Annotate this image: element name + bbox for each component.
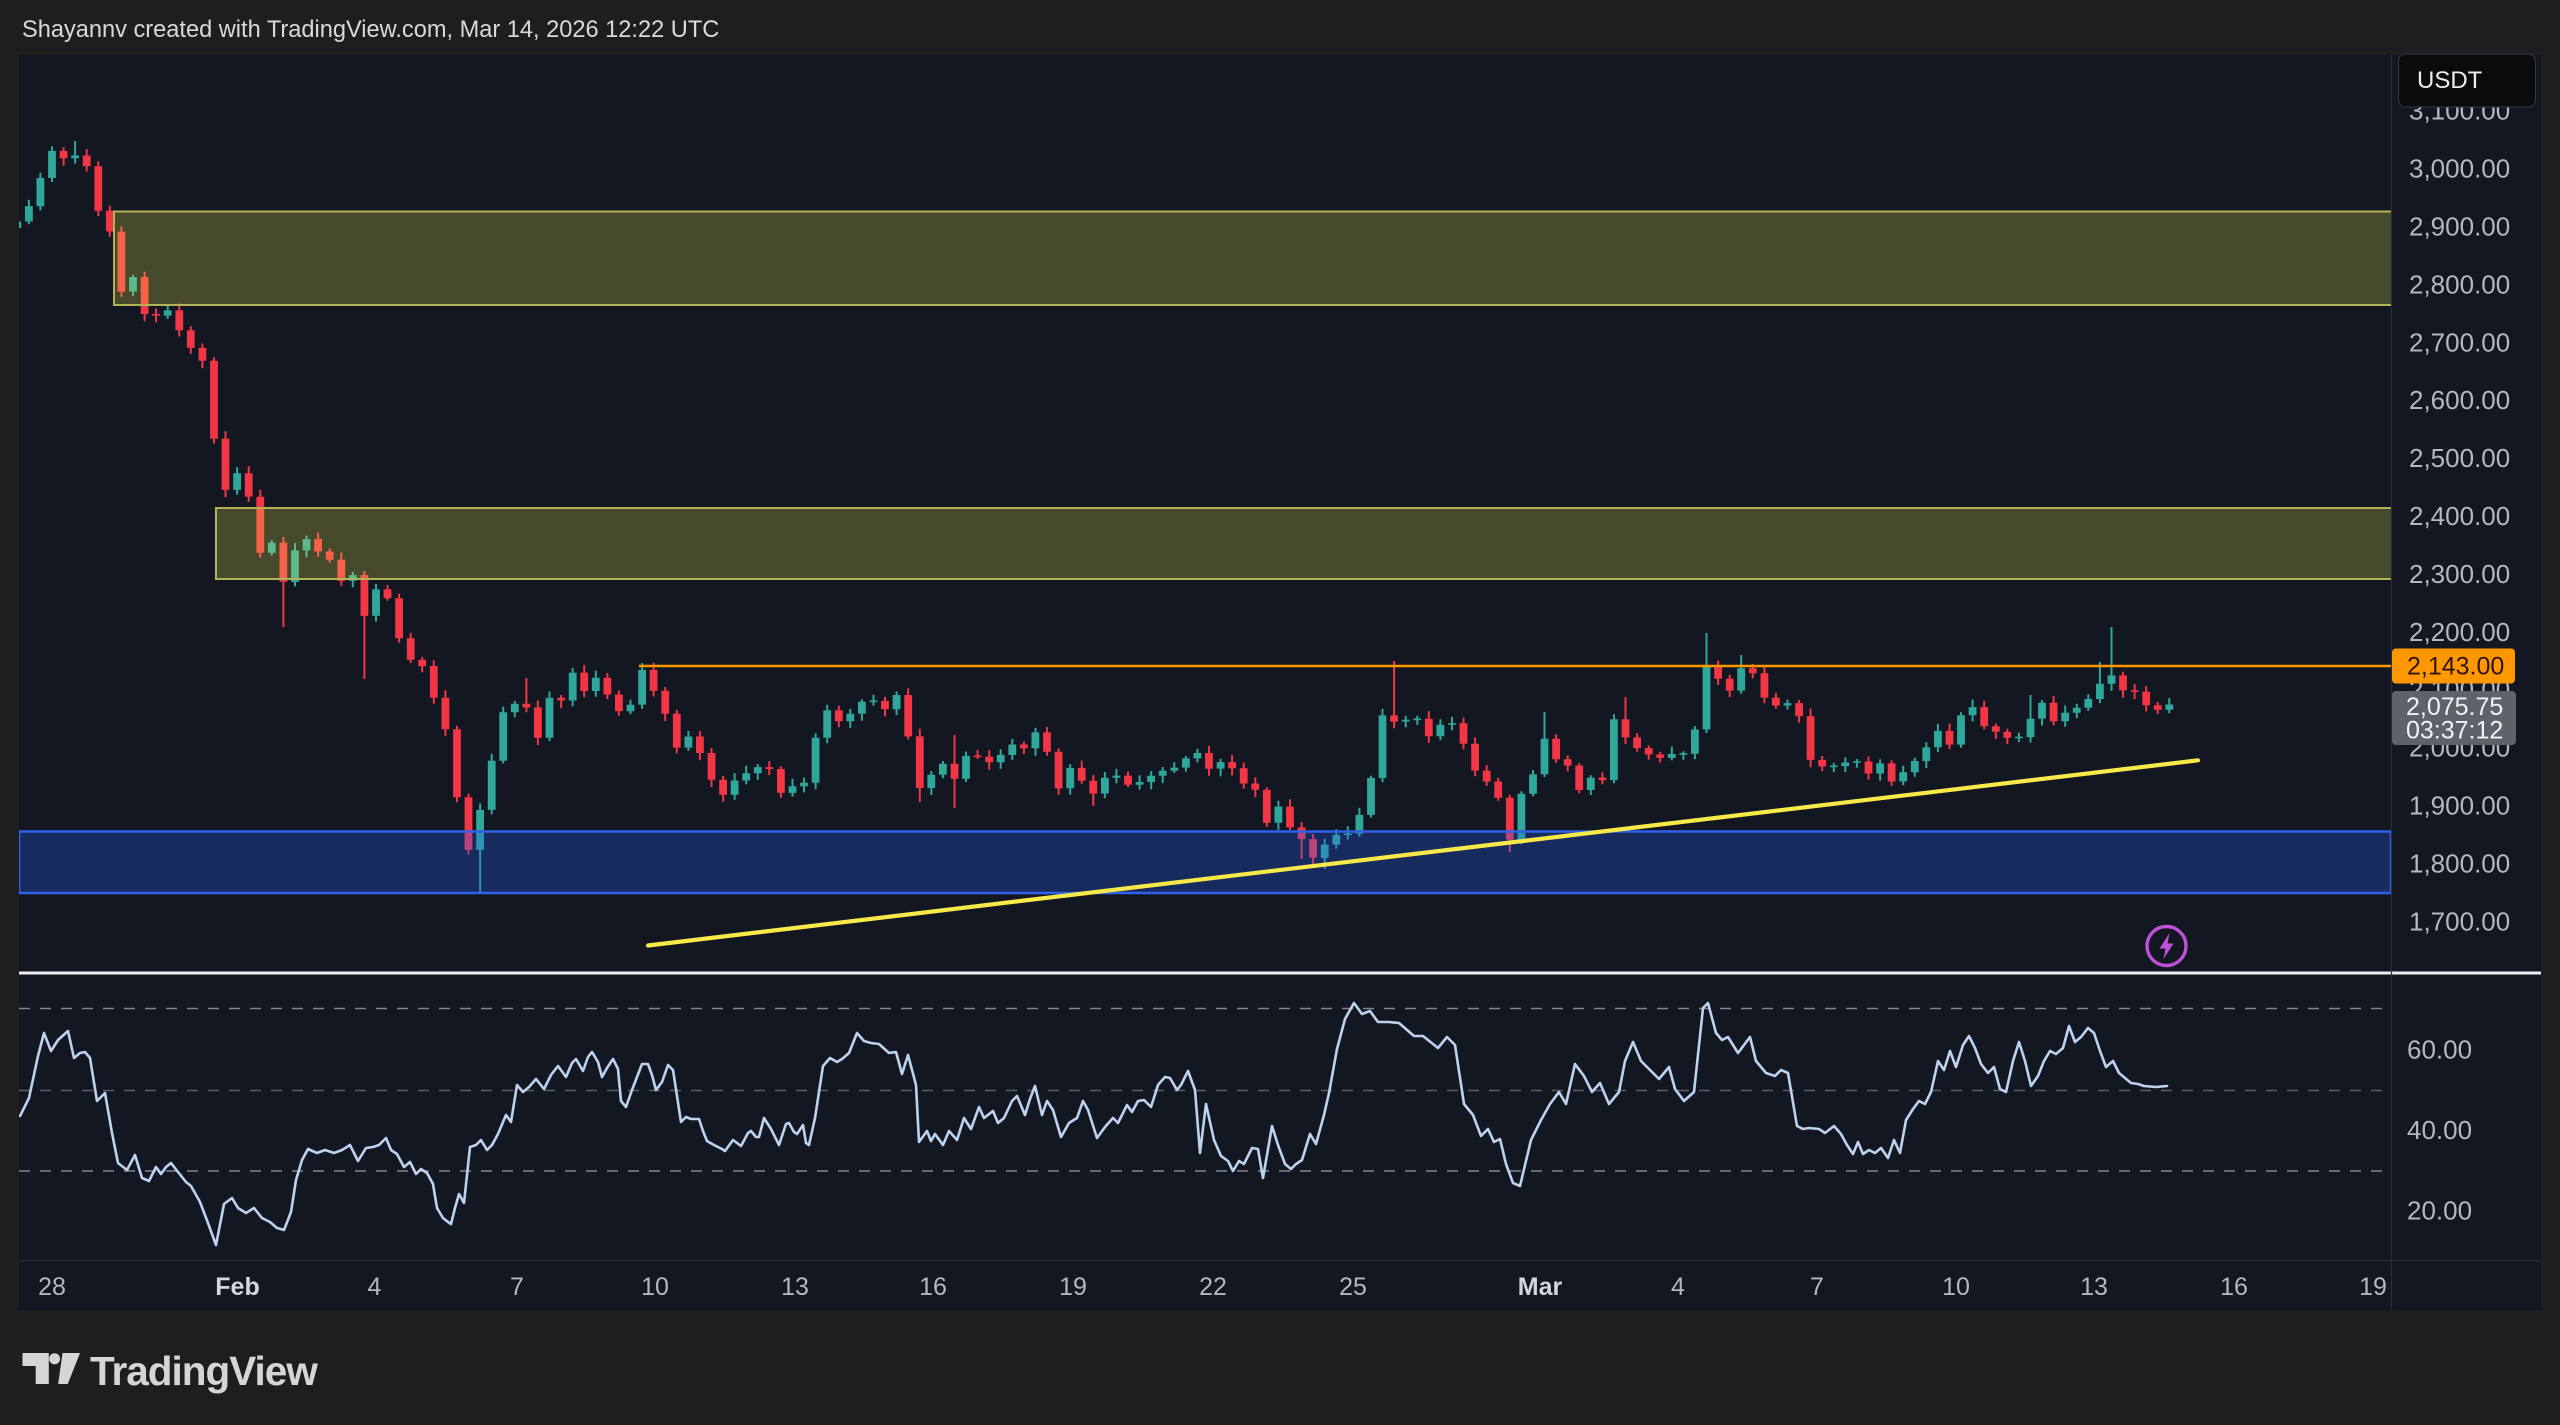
- svg-text:2,600.00: 2,600.00: [2409, 385, 2510, 415]
- svg-text:10: 10: [1942, 1273, 1970, 1301]
- svg-text:10: 10: [641, 1273, 669, 1301]
- svg-text:2,400.00: 2,400.00: [2409, 501, 2510, 531]
- svg-text:7: 7: [510, 1273, 524, 1301]
- svg-text:USDT: USDT: [2417, 67, 2483, 94]
- svg-text:1,700.00: 1,700.00: [2409, 906, 2510, 936]
- svg-text:4: 4: [368, 1273, 382, 1301]
- svg-text:Shayannv created with TradingV: Shayannv created with TradingView.com, M…: [22, 17, 719, 43]
- svg-text:25: 25: [1339, 1273, 1367, 1301]
- svg-text:Feb: Feb: [215, 1273, 259, 1301]
- svg-text:2,700.00: 2,700.00: [2409, 327, 2510, 357]
- svg-text:19: 19: [1059, 1273, 1087, 1301]
- svg-text:03:37:12: 03:37:12: [2406, 717, 2503, 745]
- svg-text:16: 16: [919, 1273, 947, 1301]
- svg-text:13: 13: [781, 1273, 809, 1301]
- svg-text:19: 19: [2359, 1273, 2387, 1301]
- svg-text:2,800.00: 2,800.00: [2409, 269, 2510, 299]
- svg-text:2,200.00: 2,200.00: [2409, 617, 2510, 647]
- svg-text:3,000.00: 3,000.00: [2409, 154, 2510, 184]
- svg-text:28: 28: [38, 1273, 66, 1301]
- svg-text:60.00: 60.00: [2407, 1034, 2472, 1064]
- svg-text:2,900.00: 2,900.00: [2409, 212, 2510, 242]
- svg-text:2,300.00: 2,300.00: [2409, 559, 2510, 589]
- svg-text:4: 4: [1671, 1273, 1685, 1301]
- svg-text:7: 7: [1810, 1273, 1824, 1301]
- svg-text:1,900.00: 1,900.00: [2409, 791, 2510, 821]
- svg-text:16: 16: [2220, 1273, 2248, 1301]
- svg-text:22: 22: [1199, 1273, 1227, 1301]
- svg-text:2,500.00: 2,500.00: [2409, 443, 2510, 473]
- svg-text:1,800.00: 1,800.00: [2409, 848, 2510, 878]
- svg-text:13: 13: [2080, 1273, 2108, 1301]
- svg-text:40.00: 40.00: [2407, 1115, 2472, 1145]
- svg-text:20.00: 20.00: [2407, 1195, 2472, 1225]
- svg-text:Mar: Mar: [1518, 1273, 1563, 1301]
- svg-text:TradingView: TradingView: [90, 1348, 318, 1394]
- svg-text:2,143.00: 2,143.00: [2407, 653, 2504, 681]
